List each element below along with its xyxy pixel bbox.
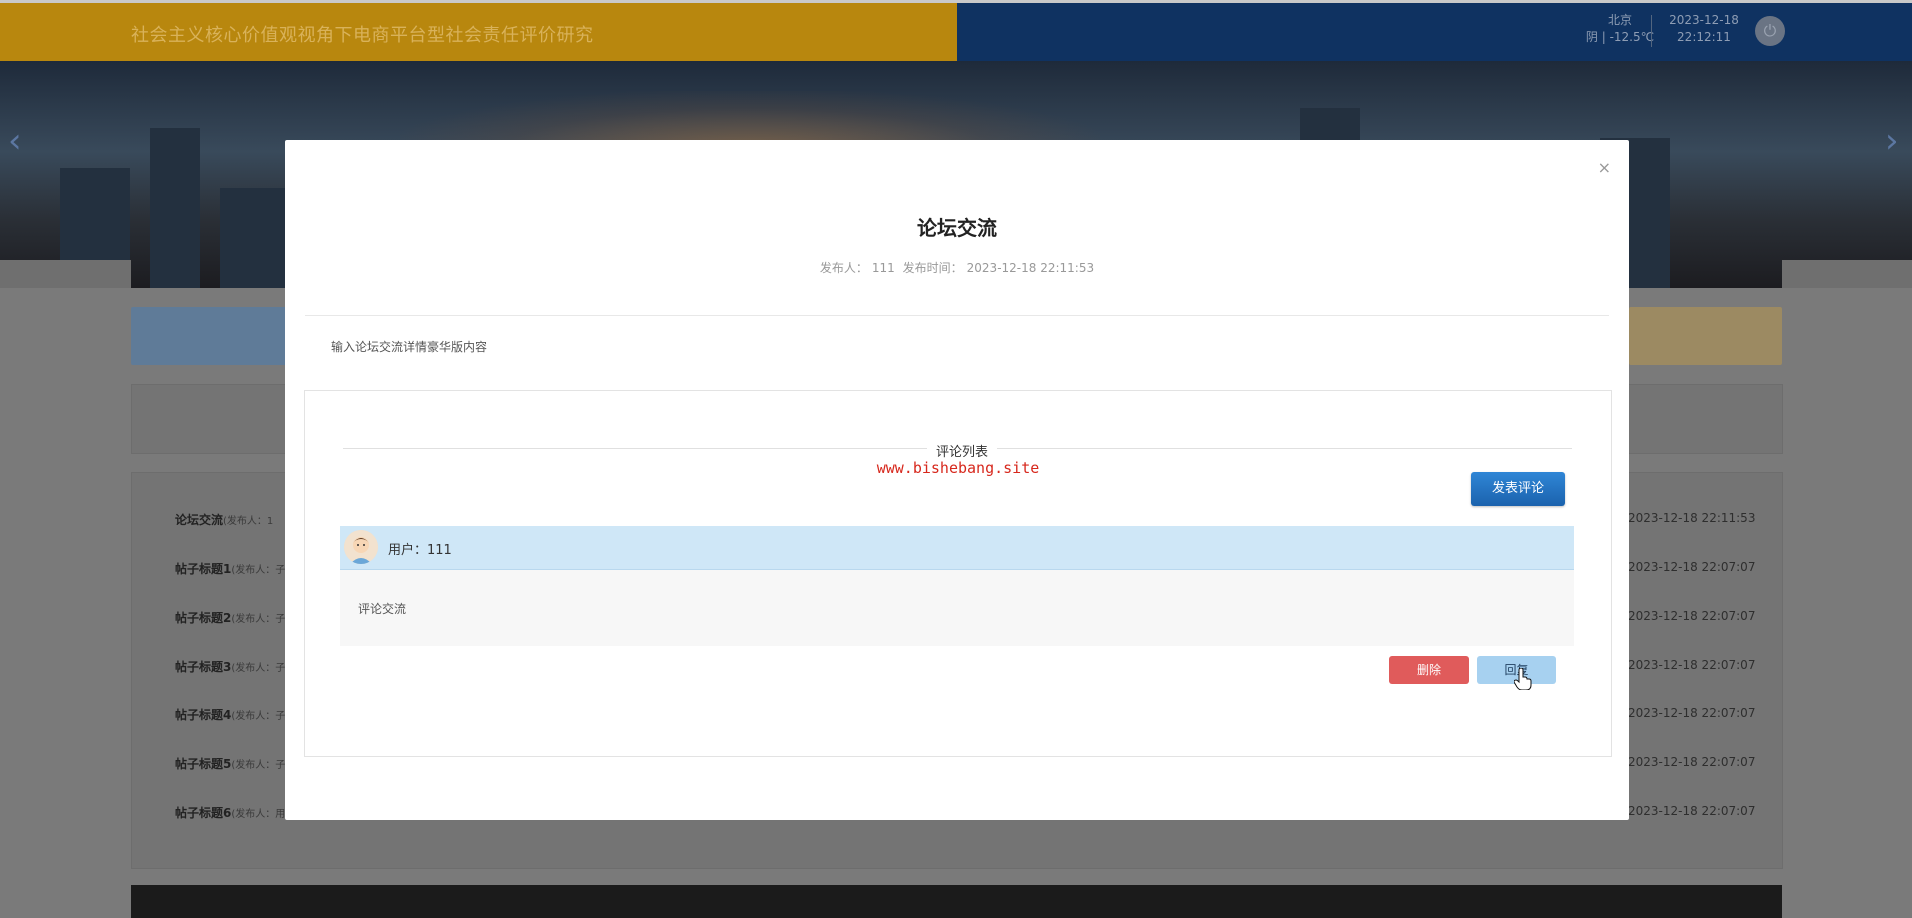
avatar [344,530,378,564]
comment-header: 用户：111 [340,526,1574,570]
news-bar-right [1629,307,1782,365]
comment-body: 评论交流 [340,570,1574,646]
post-date: 2023-12-18 22:07:07 [1628,804,1756,818]
post-comment-button[interactable]: 发表评论 [1471,472,1565,506]
current-time: 22:12:11 [1677,30,1731,44]
modal-meta: 发布人： 111 发布时间： 2023-12-18 22:11:53 [285,259,1629,276]
header-divider [1651,15,1652,47]
post-detail-modal: × 论坛交流 发布人： 111 发布时间： 2023-12-18 22:11:53 … [285,140,1629,820]
post-list-item[interactable]: 帖子标题4(发布人：子 [175,706,285,723]
post-title: 帖子标题1 [175,562,232,576]
post-meta: (发布人：用 [231,809,286,820]
post-meta: (发布人：子 [231,760,286,771]
banner-side-right [1782,260,1912,288]
post-list-item[interactable]: 帖子标题2(发布人：子 [175,609,285,626]
chevron-left-icon[interactable]: ‹ [8,121,22,161]
post-title: 帖子标题2 [175,611,232,625]
header-left: 社会主义核心价值观视角下电商平台型社会责任评价研究 [0,3,957,61]
post-date: 2023-12-18 22:11:53 [1628,511,1756,525]
banner-building [150,128,200,288]
delete-button[interactable]: 删除 [1389,656,1469,684]
weather-widget: 北京 阴 | -12.5℃ [1565,12,1675,46]
site-title[interactable]: 社会主义核心价值观视角下电商平台型社会责任评价研究 [131,21,594,47]
publish-time-value: 2023-12-18 22:11:53 [966,261,1095,275]
comment-user: 用户：111 [388,543,452,558]
post-list-item[interactable]: 帖子标题5(发布人：子 [175,755,285,772]
post-list-item[interactable]: 帖子标题3(发布人：子 [175,658,285,675]
post-title: 帖子标题4 [175,708,232,722]
datetime-widget: 2023-12-18 22:12:11 [1664,12,1744,46]
post-meta: (发布人：子 [231,663,286,674]
post-list-item[interactable]: 帖子标题1(发布人：子 [175,560,285,577]
post-list-item[interactable]: 帖子标题6(发布人：用 [175,804,285,821]
watermark: www.bishebang.site [876,459,1040,477]
post-list-item[interactable]: 论坛交流(发布人：1 [175,511,273,528]
post-title: 帖子标题6 [175,806,232,820]
post-title: 论坛交流 [175,513,224,527]
banner-side-left [0,260,131,288]
post-date: 2023-12-18 22:07:07 [1628,658,1756,672]
current-date: 2023-12-18 [1669,13,1739,27]
weather-desc: 阴 | -12.5℃ [1585,30,1655,44]
comment-text: 评论交流 [358,602,407,616]
post-title: 帖子标题3 [175,660,232,674]
post-date: 2023-12-18 22:07:07 [1628,609,1756,623]
post-date: 2023-12-18 22:07:07 [1628,755,1756,769]
footer-bar [131,885,1782,918]
post-date: 2023-12-18 22:07:07 [1628,706,1756,720]
user-avatar-icon [344,530,378,564]
hand-cursor-icon [1514,668,1532,690]
post-meta: (发布人：1 [223,516,274,527]
post-meta: (发布人：子 [231,614,286,625]
comments-divider-right [995,448,1572,449]
post-meta: (发布人：子 [231,565,286,576]
post-content: 输入论坛交流详情豪华版内容 [331,340,488,354]
comment-section: 评论列表 www.bishebang.site 发表评论 用户：111 评论交流… [304,390,1612,757]
publisher-value: 111 [871,261,895,275]
modal-divider [305,315,1609,316]
publish-time-label: 发布时间： [902,261,963,275]
power-icon[interactable]: ⏻ [1755,16,1785,46]
modal-title: 论坛交流 [917,216,997,240]
comments-divider-left [343,448,933,449]
publisher-label: 发布人： [819,261,868,275]
chevron-right-icon[interactable]: › [1885,121,1899,161]
comments-title: 评论列表 [927,441,997,460]
weather-city: 北京 [1607,13,1632,27]
close-icon[interactable]: × [1598,158,1611,177]
post-date: 2023-12-18 22:07:07 [1628,560,1756,574]
post-title: 帖子标题5 [175,757,232,771]
post-meta: (发布人：子 [231,711,286,722]
news-bar-left [131,307,291,365]
